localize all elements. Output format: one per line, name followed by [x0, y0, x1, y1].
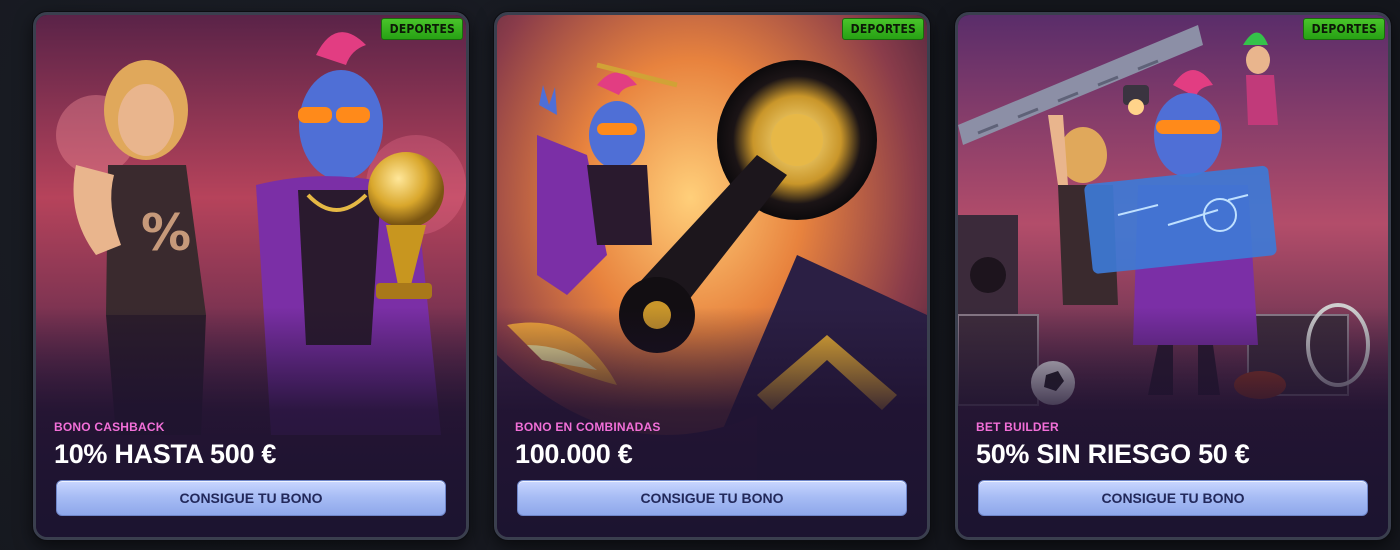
svg-text:%: %	[141, 204, 191, 262]
sports-badge: DEPORTES	[1302, 18, 1385, 40]
promo-title: 50% SIN RIESGO 50 €	[976, 439, 1250, 469]
sports-badge: DEPORTES	[841, 18, 924, 40]
claim-bonus-button[interactable]: CONSIGUE TU BONO	[978, 480, 1368, 516]
sports-badge: DEPORTES	[380, 18, 463, 40]
promo-card-combinadas[interactable]: DEPORTES BONO EN COMBINADAS 100.000 € CO…	[494, 12, 930, 540]
claim-bonus-button[interactable]: CONSIGUE TU BONO	[517, 480, 907, 516]
promo-title: 100.000 €	[515, 439, 633, 469]
promo-label: BONO EN COMBINADAS	[515, 420, 661, 434]
promo-card-bet-builder[interactable]: DEPORTES BET BUILDER 50% SIN RIESGO 50 €…	[955, 12, 1391, 540]
promo-card-cashback[interactable]: % DEPORTES BONO CASHBACK 10% HASTA 500 €…	[33, 12, 469, 540]
promo-title: 10% HASTA 500 €	[54, 439, 277, 469]
promo-label: BET BUILDER	[976, 420, 1059, 434]
claim-bonus-button[interactable]: CONSIGUE TU BONO	[56, 480, 446, 516]
promo-label: BONO CASHBACK	[54, 420, 165, 434]
